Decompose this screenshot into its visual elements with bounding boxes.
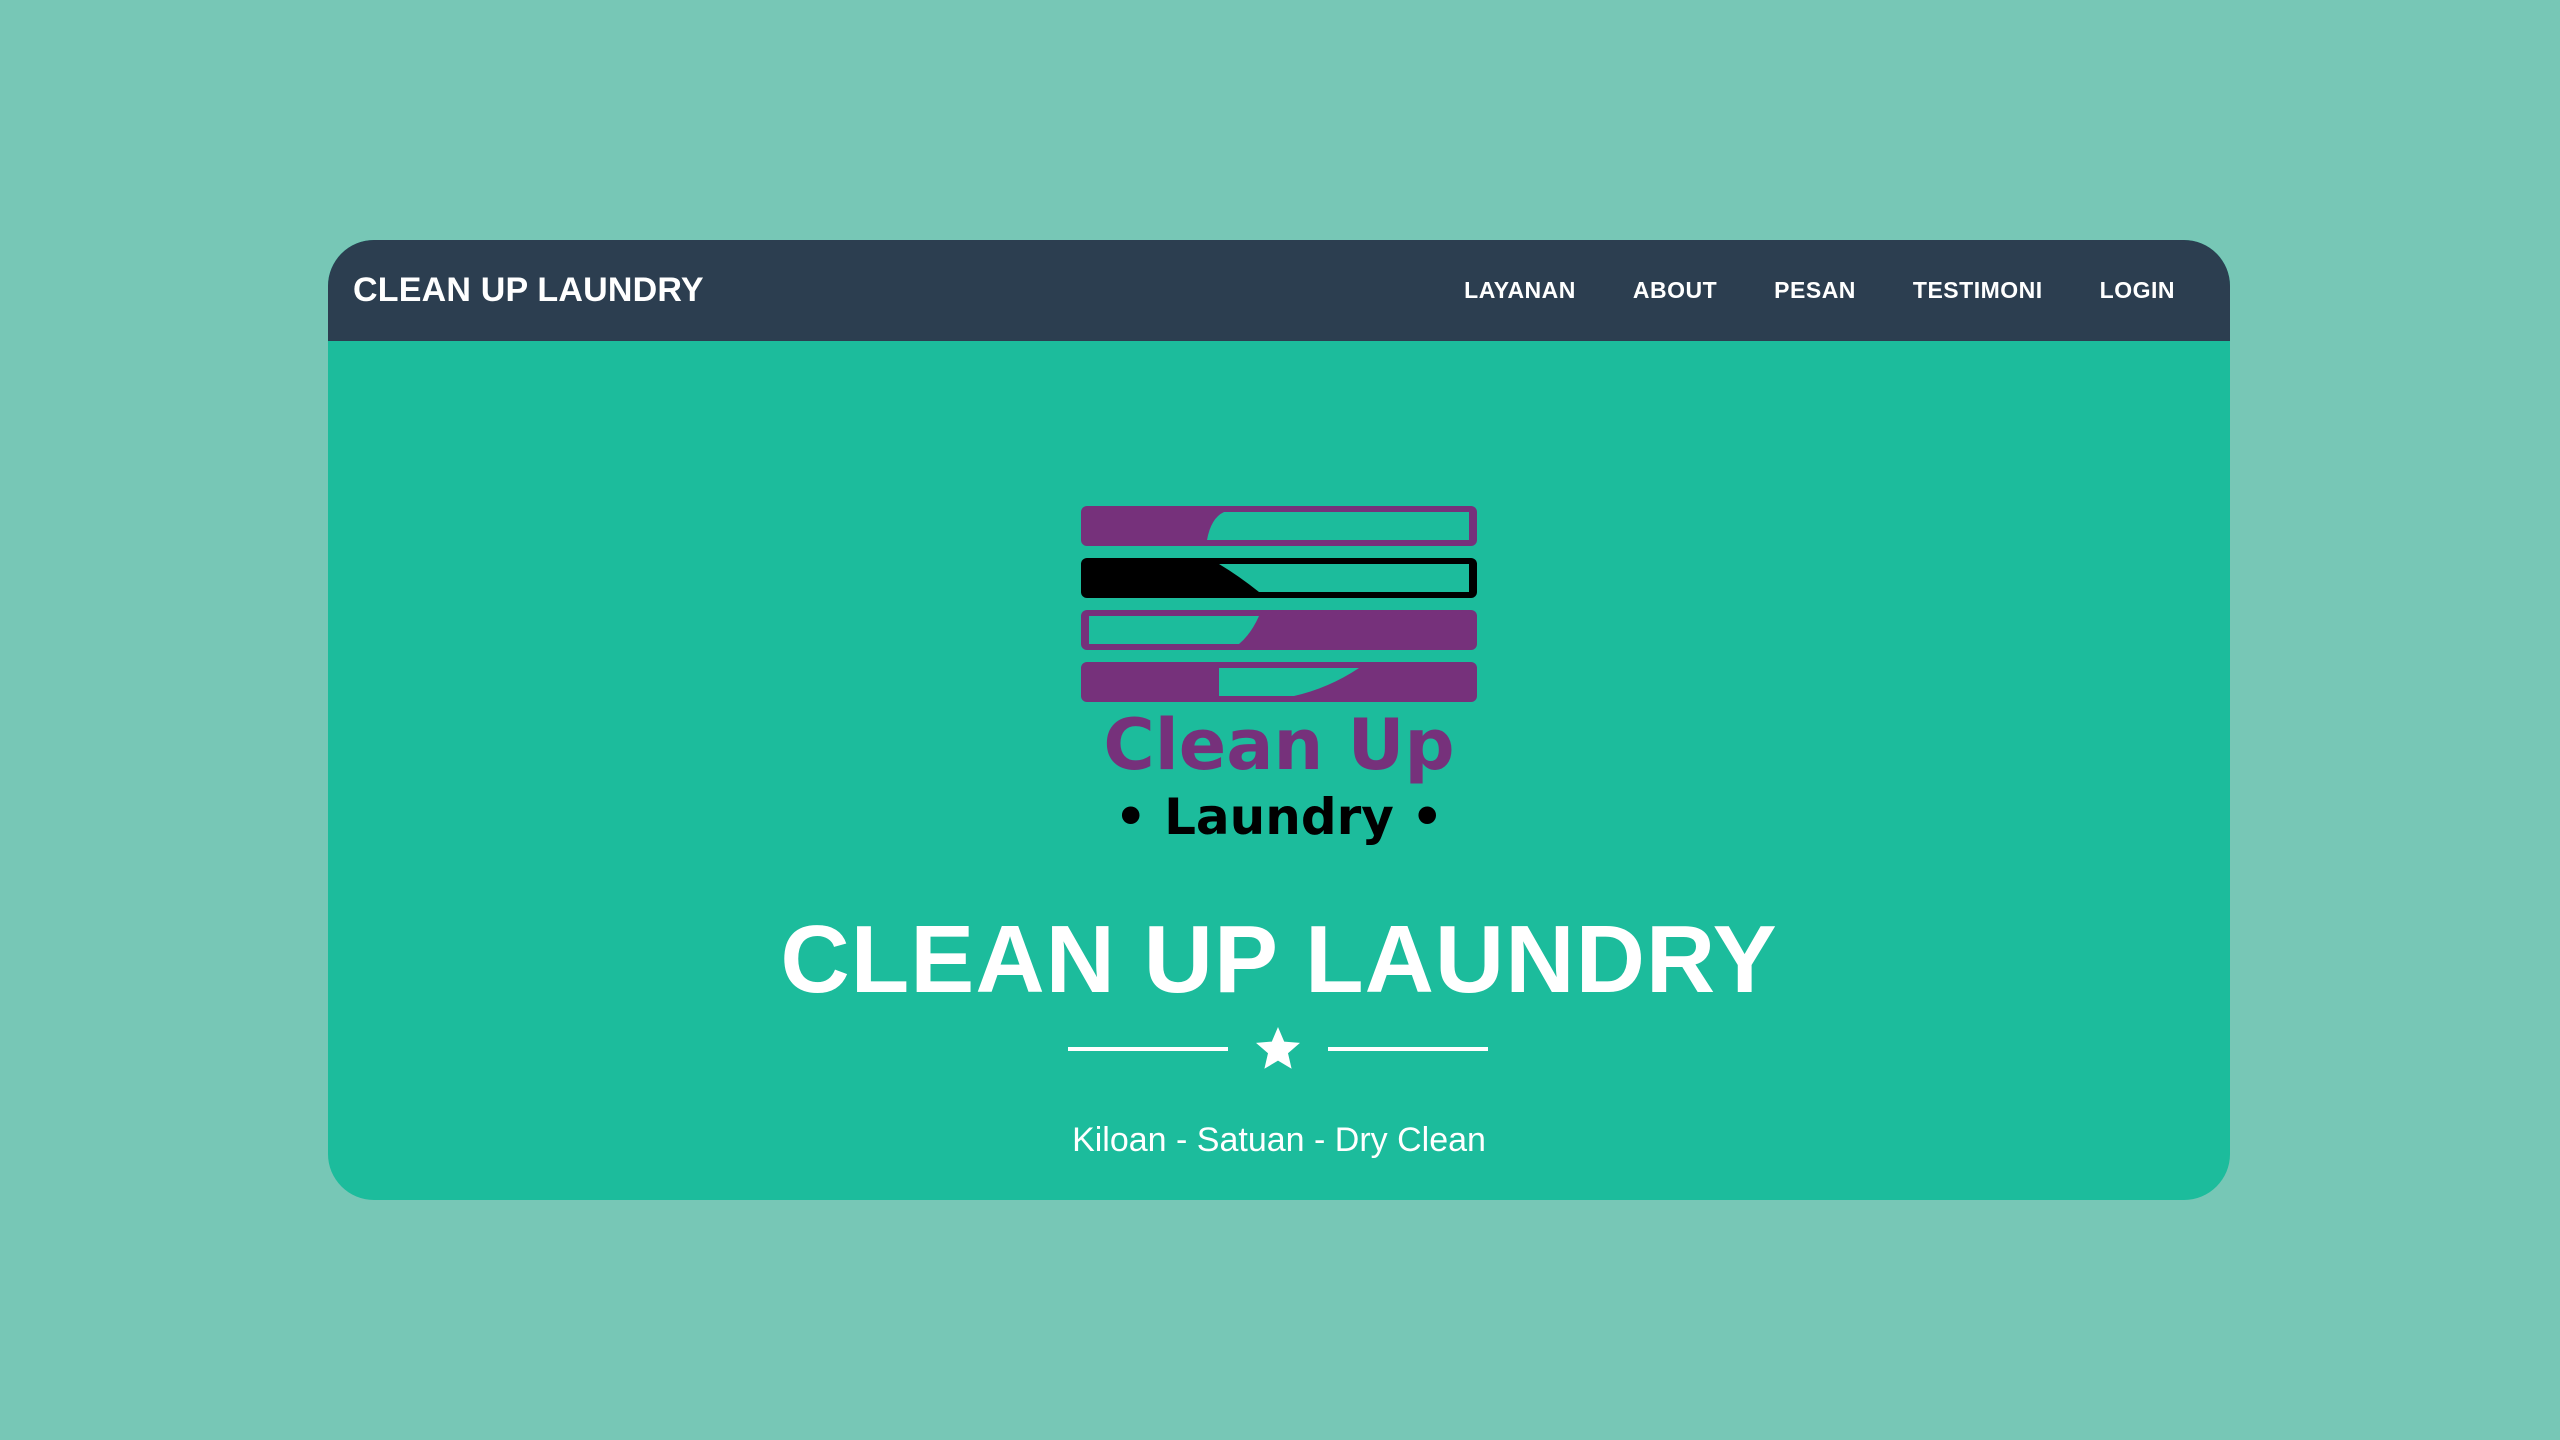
nav-item-testimoni[interactable]: TESTIMONI [1913,277,2043,304]
nav-item-login[interactable]: LOGIN [2100,277,2175,304]
divider-line-left [1068,1047,1228,1051]
logo-bar-3 [1081,610,1477,650]
logo-text-laundry: • Laundry • [1115,788,1444,846]
clean-up-laundry-logo: Clean Up • Laundry • [1081,506,1477,846]
browser-window: CLEAN UP LAUNDRY LAYANAN ABOUT PESAN TES… [328,240,2230,1200]
logo-bar-4 [1081,662,1477,702]
nav-menu: LAYANAN ABOUT PESAN TESTIMONI LOGIN [1464,240,2175,341]
logo-bar-2 [1081,558,1477,598]
hero-title: CLEAN UP LAUNDRY [780,906,1778,1013]
logo-bar-1 [1081,506,1477,546]
divider-line-right [1328,1047,1488,1051]
star-icon [1256,1027,1300,1069]
nav-item-about[interactable]: ABOUT [1633,277,1717,304]
navbar-brand[interactable]: CLEAN UP LAUNDRY [353,240,704,341]
hero-subtitle: Kiloan - Satuan - Dry Clean [1072,1121,1486,1159]
nav-item-pesan[interactable]: PESAN [1774,277,1856,304]
logo-text-clean-up: Clean Up [1103,704,1454,786]
navbar: CLEAN UP LAUNDRY LAYANAN ABOUT PESAN TES… [328,240,2230,341]
star-divider [1068,1025,1488,1073]
nav-item-layanan[interactable]: LAYANAN [1464,277,1576,304]
